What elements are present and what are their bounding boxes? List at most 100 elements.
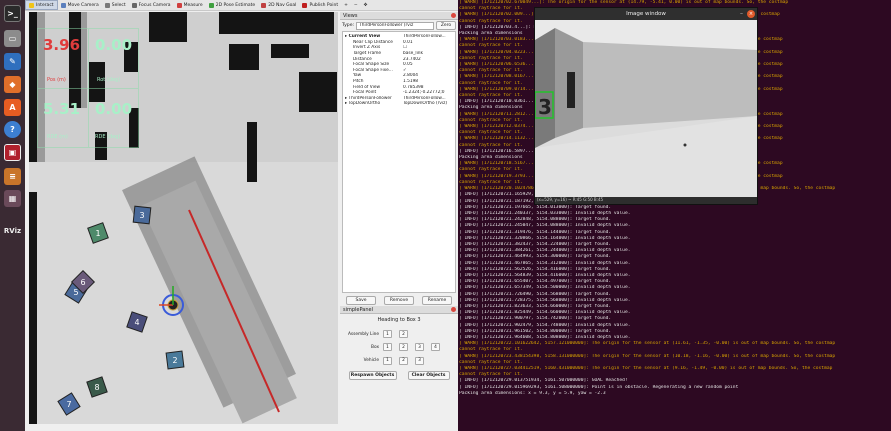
box-1-button[interactable]: 1 (383, 343, 392, 351)
rename-button[interactable]: Rename (422, 296, 452, 305)
view-property-row[interactable]: Near Clip Distance 0.01 (343, 40, 455, 46)
tool-move-camera[interactable]: Move Camera (58, 0, 102, 10)
view-property-row[interactable]: Target Frame base_link (343, 51, 455, 57)
camera-image: 3 (535, 20, 757, 198)
view-type-select[interactable]: ThirdPersonFollower (rviz (356, 21, 434, 30)
rot-label: Rot (deg) (97, 77, 121, 83)
vehicle-2-button[interactable]: 2 (399, 356, 408, 365)
view-property-key: Invert Z Axis (353, 45, 381, 51)
save-button[interactable]: Save (346, 296, 376, 305)
layers-icon[interactable]: ≡ (4, 168, 21, 185)
help-icon[interactable]: ? (4, 121, 21, 138)
remove-button[interactable]: Remove (384, 296, 414, 305)
monitor-app-icon[interactable]: ▣ (4, 144, 21, 161)
tool-measure[interactable]: Measure (174, 0, 206, 10)
terminal-app-icon[interactable]: >_ (4, 5, 21, 22)
box-number: 7 (67, 400, 72, 409)
box-number-label: 3 (538, 95, 552, 119)
active-app-icon[interactable]: ▦ (4, 190, 21, 207)
view-property-key: Yaw (353, 73, 362, 79)
plus-icon[interactable]: + (341, 0, 351, 10)
view-property-value: 2.8004 (403, 73, 419, 79)
minimize-icon[interactable]: – (740, 10, 743, 17)
view-property-value: -1.2324;-0.22772;0 (403, 90, 445, 96)
views-tree[interactable]: ▸ Current View ThirdPersonFollow... Near C… (342, 31, 456, 293)
tool-2d-pose-estimate[interactable]: 2D Pose Estimate (206, 0, 259, 10)
tool-label: Publish Point (309, 2, 339, 8)
zero-button[interactable]: Zero (436, 21, 456, 30)
object-buttons: Respawn Objects Clear Objects (343, 371, 455, 380)
view-property-value: ✓ (403, 67, 407, 73)
view-property-key: Near Clip Distance (353, 39, 393, 45)
view-property-key: Focal Shape Fixe... (353, 67, 393, 73)
view-property-row[interactable]: Pitch 1.5198 (343, 79, 455, 85)
view-property-value: 0.785398 (403, 84, 424, 90)
tool-interact[interactable]: Interact (25, 0, 58, 10)
close-icon[interactable] (451, 307, 456, 312)
tool-icon (261, 2, 267, 8)
view-property-row[interactable]: Focal Shape Size 0.05 (343, 62, 455, 68)
tool-publish-point[interactable]: Publish Point (299, 0, 341, 10)
view-property-value: 0.01 (403, 39, 413, 45)
box-row: Box 1234 (343, 340, 455, 354)
view-property-row[interactable]: Distance 23.7402 (343, 56, 455, 62)
image-window[interactable]: Image window – × 3 (x=529, y=16) ~ R:45 … (534, 7, 758, 205)
view-property-row[interactable]: Invert Z Axis ☐ (343, 45, 455, 51)
box-3-button[interactable]: 3 (415, 343, 424, 351)
launcher-dock: >_ ▭ ✎ ◆ A ? ▣ ≡ ▦ RViz (0, 0, 25, 431)
tool-icon (60, 2, 66, 8)
vehicle-row: Vehicle 123 (343, 354, 455, 367)
view-property-row[interactable]: ▸ TopDownOrtho TopDownOrtho (rviz) (343, 101, 455, 107)
views-type-row: Type: ThirdPersonFollower (rviz Zero (340, 20, 458, 31)
rde-deg-value: 0.00 (95, 100, 133, 118)
box-number: 4 (135, 318, 140, 327)
simple-panel: Heading to Box 3 Assembly Line 12 Box 12… (340, 314, 458, 383)
view-property-row[interactable]: Focal Shape Fixe... ✓ (343, 68, 455, 74)
view-property-row[interactable]: ▸ ThirdPersonFollower ThirdPersonFollow..… (343, 96, 455, 102)
box-number: 6 (81, 278, 86, 287)
tool-select[interactable]: Select (102, 0, 129, 10)
rviz-icon[interactable]: RViz (4, 222, 21, 239)
view-property-key: ▸ Current View (345, 34, 381, 40)
view-property-row[interactable]: Field of View 0.785398 (343, 84, 455, 90)
terminal-line: [ WARN] [1712120723.438154398, 5158.1310… (459, 353, 836, 359)
clear-objects-button[interactable]: Clear Objects (407, 371, 450, 380)
heading-text: Heading to Box 3 (377, 317, 421, 323)
tool-2d-nav-goal[interactable]: 2D Nav Goal (258, 0, 299, 10)
tool-focus-camera[interactable]: Focus Camera (129, 0, 174, 10)
rviz-window: Interact Move Camera Select Focus Camera Mea… (25, 0, 458, 431)
view-property-row[interactable]: ▸ Current View ThirdPersonFollow... (343, 34, 455, 40)
3d-view[interactable]: 1 2 3 4 56 7 8 3.96 0.00 Pos (m) Rot (deg) 5.3… (29, 12, 338, 424)
rde-m-label: RDE (m) (47, 134, 68, 140)
pose-overlay: 3.96 0.00 Pos (m) Rot (deg) 5.31 0.00 RD… (37, 28, 139, 148)
box-4-button[interactable]: 4 (431, 343, 440, 351)
respawn-objects-button[interactable]: Respawn Objects (348, 371, 397, 380)
view-property-key: Focal Shape Size (353, 62, 390, 68)
cursor-icon (683, 143, 687, 147)
vehicle-1-button[interactable]: 1 (383, 356, 392, 365)
assembly-2-button[interactable]: 2 (399, 330, 408, 338)
terminal-line: [ WARN] [1712120722.101622642, 5157.1210… (459, 341, 836, 347)
view-property-row[interactable]: Yaw 2.8004 (343, 73, 455, 79)
box-2-button[interactable]: 2 (399, 343, 408, 351)
minus-icon[interactable]: − (351, 0, 361, 10)
close-icon[interactable]: × (747, 10, 755, 18)
view-property-key: Field of View (353, 84, 380, 90)
app-store-icon[interactable]: A (4, 99, 21, 116)
app-icon[interactable]: ◆ (4, 76, 21, 93)
close-icon[interactable] (451, 13, 456, 18)
tool-label: Measure (183, 2, 203, 8)
text-editor-icon[interactable]: ✎ (4, 53, 21, 70)
move-icon[interactable]: ✥ (361, 0, 371, 10)
tool-icon (176, 2, 182, 8)
view-property-key: Target Frame (353, 51, 382, 57)
view-property-row[interactable]: Focal Point -1.2324;-0.22772;0 (343, 90, 455, 96)
tool-label: Interact (36, 2, 54, 8)
view-property-value: TopDownOrtho (rviz) (403, 101, 448, 107)
assembly-1-button[interactable]: 1 (383, 330, 392, 338)
vehicle-3-button[interactable]: 3 (415, 356, 424, 365)
views-panel-title: Views (340, 12, 458, 20)
simple-panel-name: simplePanel (343, 306, 373, 313)
rde-deg-label: RDE (deg) (95, 134, 121, 140)
files-icon[interactable]: ▭ (4, 30, 21, 47)
